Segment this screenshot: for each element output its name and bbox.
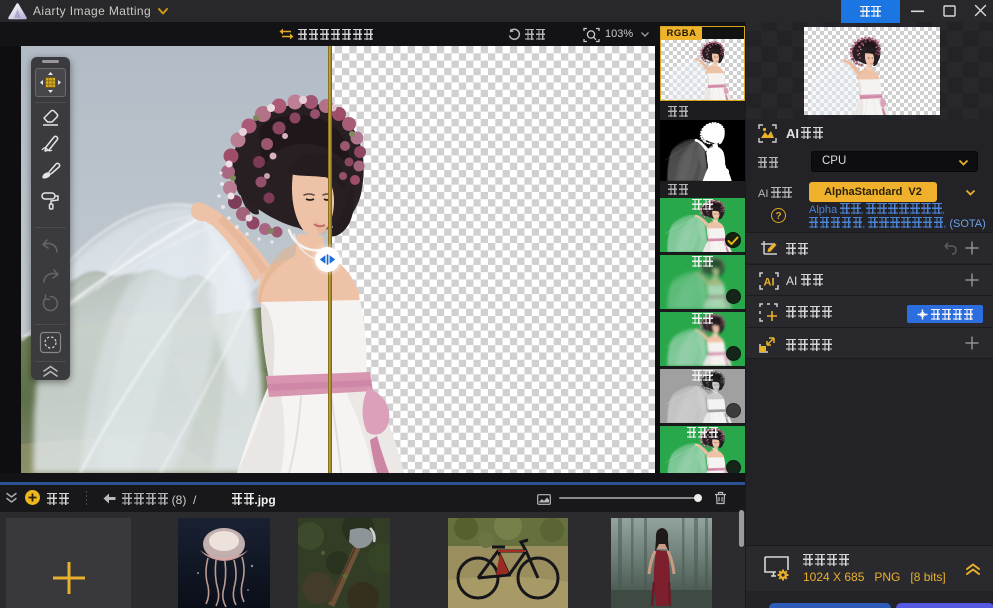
svg-text:AI: AI (764, 276, 775, 288)
